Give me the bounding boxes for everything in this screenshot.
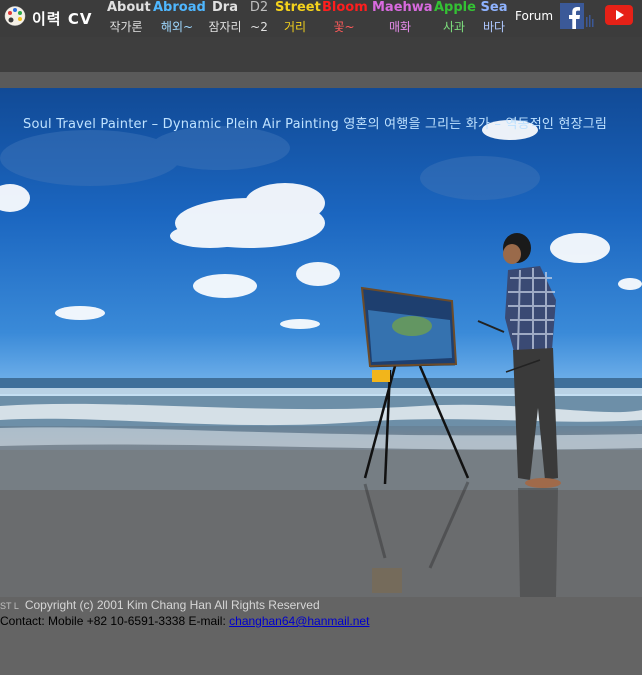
nav-bloom-korean-label: 꽃~ [333, 20, 355, 34]
contact-line: Contact: Mobile +82 10-6591-3338 E-mail:… [0, 614, 642, 629]
nav-abroad[interactable]: Abroad 해외~ [153, 0, 206, 37]
nav-d2[interactable]: D2 ~2 [248, 0, 270, 37]
nav-street-label: Street [275, 0, 321, 15]
hero-image: Soul Travel Painter – Dynamic Plein Air … [0, 88, 642, 597]
nav-about[interactable]: About 작가론 [107, 0, 151, 37]
nav-abroad-korean-label: 해외~ [160, 20, 194, 34]
nav-bloom-label: Bloom [322, 0, 368, 15]
copyright-text: Copyright (c) 2001 Kim Chang Han All Rig… [24, 598, 320, 612]
nav-maehwa[interactable]: Maehwa 매화 [372, 0, 433, 37]
facebook-icon[interactable] [560, 3, 584, 29]
nav-dragonfly[interactable]: Dra 잠자리 [206, 0, 244, 37]
nav-street[interactable]: Street 거리 [275, 0, 321, 37]
nav-d2-korean-label: ~2 [250, 20, 268, 34]
nav-apple[interactable]: Apple 사과 [434, 0, 476, 37]
contact-text: Contact: Mobile +82 10-6591-3338 E-mail: [0, 614, 230, 628]
email-link[interactable]: changhan64@hanmail.net [229, 614, 369, 628]
header-divider [0, 72, 642, 88]
youtube-icon[interactable] [605, 5, 633, 25]
palette-icon[interactable] [4, 5, 26, 27]
nav-maehwa-label: Maehwa [372, 0, 433, 15]
nav-about-label: About [107, 0, 151, 15]
cv-link[interactable]: 이력 CV [32, 8, 92, 29]
nav-sea-label: Sea [480, 0, 508, 15]
nav-abroad-label: Abroad [153, 0, 206, 15]
copyright-line: ST L Copyright (c) 2001 Kim Chang Han All… [0, 598, 642, 614]
beach-painter-photo [0, 120, 642, 597]
nav-dragonfly-label: Dra [212, 0, 238, 15]
header-spacer [0, 37, 642, 72]
nav-bloom[interactable]: Bloom 꽃~ [322, 0, 368, 37]
footer: ST L Copyright (c) 2001 Kim Chang Han All… [0, 598, 642, 629]
nav-sea[interactable]: Sea 바다 [478, 0, 510, 37]
top-navigation-bar: 이력 CV About 작가론 Abroad 해외~ Dra 잠자리 D2 ~2… [0, 0, 642, 37]
forum-link[interactable]: Forum [515, 9, 553, 23]
hero-tagline: Soul Travel Painter – Dynamic Plein Air … [23, 117, 608, 132]
nav-d2-label: D2 [249, 0, 269, 15]
nav-about-korean-label: 작가론 [109, 20, 143, 34]
signal-bars-icon [586, 15, 594, 27]
site-mark: ST L [0, 601, 19, 611]
nav-maehwa-korean-label: 매화 [388, 20, 412, 34]
nav-sea-korean-label: 바다 [482, 20, 506, 34]
nav-street-korean-label: 거리 [283, 20, 307, 34]
nav-dragonfly-korean-label: 잠자리 [208, 20, 242, 34]
nav-apple-korean-label: 사과 [442, 20, 466, 34]
nav-apple-label: Apple [434, 0, 476, 15]
